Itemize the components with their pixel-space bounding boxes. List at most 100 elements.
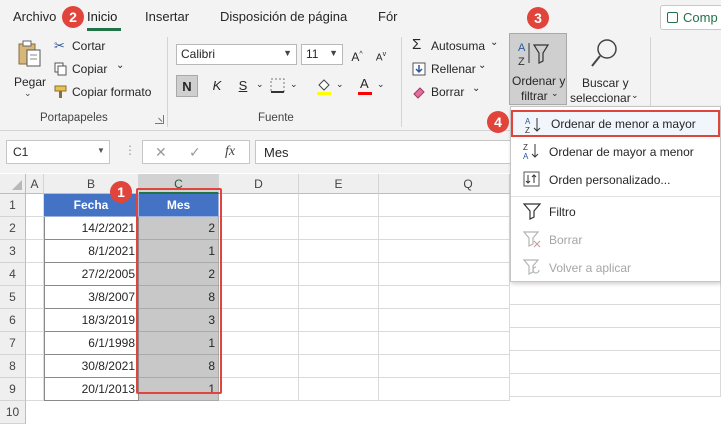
cell-empty[interactable] — [379, 355, 510, 378]
cell-empty[interactable] — [219, 263, 299, 286]
cell-empty[interactable] — [219, 217, 299, 240]
date-cell[interactable]: 27/2/2005 — [44, 263, 139, 286]
cell-empty[interactable] — [299, 355, 379, 378]
fill-button[interactable]: Rellenar ⌄ — [412, 60, 502, 79]
font-color-dropdown-icon[interactable]: ⌄ — [377, 79, 385, 90]
menu-item-filter[interactable]: Filtro — [511, 198, 720, 225]
column-header-e[interactable]: E — [299, 174, 379, 194]
italic-button[interactable]: K — [206, 75, 228, 97]
cell-empty[interactable] — [26, 217, 44, 240]
cell-empty[interactable] — [26, 309, 44, 332]
fill-color-dropdown-icon[interactable]: ⌄ — [336, 79, 344, 90]
grow-font-icon[interactable]: A^ — [346, 44, 368, 66]
cell-empty[interactable] — [299, 240, 379, 263]
chevron-down-icon[interactable]: ▼ — [97, 146, 105, 155]
row-header[interactable]: 8 — [0, 355, 26, 378]
cell-empty[interactable] — [26, 194, 44, 217]
cell-empty[interactable] — [26, 286, 44, 309]
cancel-icon[interactable]: ✕ — [155, 144, 167, 161]
menu-item-sort-ascending[interactable]: A Z Ordenar de menor a mayor — [511, 110, 720, 137]
cell-empty[interactable] — [26, 240, 44, 263]
row-header[interactable]: 1 — [0, 194, 26, 217]
column-header-a[interactable]: A — [26, 174, 44, 194]
cell-empty[interactable] — [26, 263, 44, 286]
cell-empty[interactable] — [510, 282, 721, 305]
tab-inicio[interactable]: Inicio — [87, 9, 117, 24]
date-cell[interactable]: 8/1/2021 — [44, 240, 139, 263]
cell-empty[interactable] — [299, 217, 379, 240]
cell-empty[interactable] — [299, 332, 379, 355]
clipboard-launcher-icon[interactable] — [155, 115, 164, 124]
row-header[interactable]: 10 — [0, 401, 26, 424]
cut-button[interactable]: ✂ Cortar — [54, 38, 124, 56]
font-color-icon[interactable]: A — [357, 76, 373, 96]
format-painter-button[interactable]: Copiar formato — [54, 84, 158, 102]
cell-empty[interactable] — [219, 355, 299, 378]
clear-dropdown-icon[interactable]: ⌄ — [472, 83, 480, 94]
cell-empty[interactable] — [379, 286, 510, 309]
menu-item-clear-filter[interactable]: Borrar — [511, 226, 720, 253]
cell-empty[interactable] — [219, 240, 299, 263]
share-button[interactable]: Comp — [660, 5, 721, 30]
cell-empty[interactable] — [379, 263, 510, 286]
insert-function-icon[interactable]: fx — [225, 144, 235, 160]
borders-icon[interactable] — [270, 78, 286, 94]
row-header[interactable]: 6 — [0, 309, 26, 332]
autosum-button[interactable]: Σ Autosuma ⌄ — [412, 36, 502, 56]
select-all-corner[interactable] — [0, 174, 26, 194]
font-size-combo[interactable]: 11 ▼ — [301, 44, 343, 65]
check-icon[interactable]: ✓ — [189, 144, 201, 161]
fill-color-icon[interactable] — [316, 77, 332, 95]
row-header[interactable]: 9 — [0, 378, 26, 401]
cell-empty[interactable] — [510, 374, 721, 397]
name-box[interactable]: C1 ▼ — [6, 140, 110, 164]
cell-empty[interactable] — [299, 263, 379, 286]
date-cell[interactable]: 18/3/2019 — [44, 309, 139, 332]
cell-empty[interactable] — [26, 332, 44, 355]
shrink-font-icon[interactable]: Av — [370, 44, 392, 66]
cell-empty[interactable] — [510, 328, 721, 351]
cell-empty[interactable] — [299, 286, 379, 309]
cell-empty[interactable] — [379, 194, 510, 217]
cell-empty[interactable] — [510, 351, 721, 374]
date-cell[interactable]: 6/1/1998 — [44, 332, 139, 355]
row-header[interactable]: 4 — [0, 263, 26, 286]
font-name-combo[interactable]: Calibri ▼ — [176, 44, 297, 65]
cell-empty[interactable] — [219, 286, 299, 309]
sort-filter-button[interactable]: A Z Ordenar y filtrar ⌄ — [509, 33, 567, 105]
tab-insertar[interactable]: Insertar — [145, 9, 189, 24]
clear-button[interactable]: Borrar ⌄ — [412, 83, 502, 102]
tab-archivo[interactable]: Archivo — [13, 9, 56, 24]
menu-item-custom-sort[interactable]: Orden personalizado... — [511, 166, 720, 193]
cell-empty[interactable] — [379, 240, 510, 263]
row-header[interactable]: 3 — [0, 240, 26, 263]
column-header-q[interactable]: Q — [427, 174, 510, 194]
cell-empty[interactable] — [26, 355, 44, 378]
cell-empty[interactable] — [26, 378, 44, 401]
row-header[interactable]: 5 — [0, 286, 26, 309]
menu-item-sort-descending[interactable]: Z A Ordenar de mayor a menor — [511, 138, 720, 165]
fill-dropdown-icon[interactable]: ⌄ — [478, 60, 486, 71]
cell-empty[interactable] — [299, 194, 379, 217]
row-header[interactable]: 2 — [0, 217, 26, 240]
cell-empty[interactable] — [219, 378, 299, 401]
menu-item-reapply[interactable]: Volver a aplicar — [511, 254, 720, 281]
cell-empty[interactable] — [219, 194, 299, 217]
borders-dropdown-icon[interactable]: ⌄ — [290, 79, 298, 90]
cell-empty[interactable] — [219, 309, 299, 332]
cell-empty[interactable] — [379, 217, 510, 240]
row-header[interactable]: 7 — [0, 332, 26, 355]
date-cell[interactable]: 30/8/2021 — [44, 355, 139, 378]
cell-empty[interactable] — [379, 332, 510, 355]
underline-dropdown-icon[interactable]: ⌄ — [256, 79, 264, 90]
cell-empty[interactable] — [379, 378, 510, 401]
bold-button[interactable]: N — [176, 75, 198, 97]
copy-dropdown-icon[interactable]: ⌄ — [116, 60, 124, 71]
date-cell[interactable]: 14/2/2021 — [44, 217, 139, 240]
cell-empty[interactable] — [379, 309, 510, 332]
tab-disposicion-pagina[interactable]: Disposición de página — [220, 9, 347, 24]
tab-formulas[interactable]: Fór — [378, 9, 398, 24]
cell-empty[interactable] — [299, 378, 379, 401]
cell-empty[interactable] — [510, 305, 721, 328]
find-select-button[interactable]: Buscar y seleccionar ⌄ — [569, 35, 641, 105]
